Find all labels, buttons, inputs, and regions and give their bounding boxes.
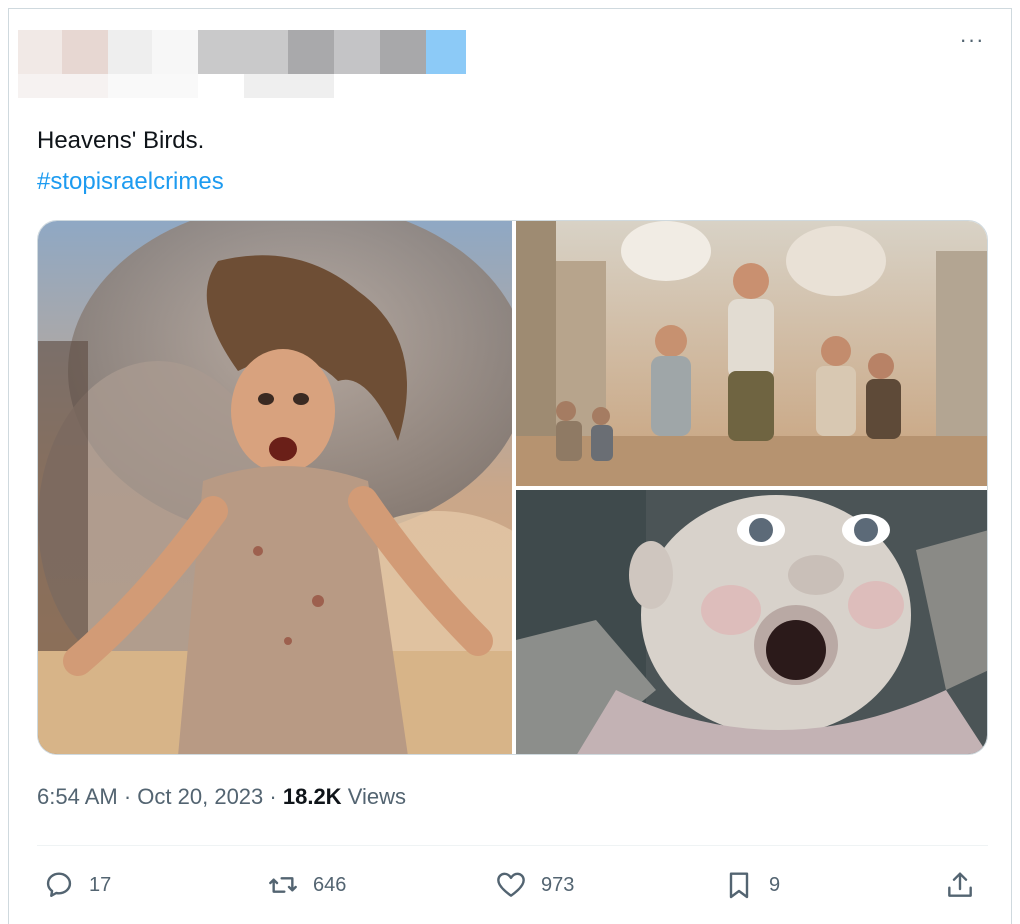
repost-count: 646 [313, 873, 347, 896]
like-button[interactable]: 973 [495, 862, 574, 908]
repost-icon [269, 877, 297, 893]
image-baby-crying-rubble[interactable] [516, 490, 987, 754]
post-time[interactable]: 6:54 AM [37, 784, 118, 809]
post-date[interactable]: Oct 20, 2023 [137, 784, 263, 809]
tweet-text: Heavens' Birds. #stopisraelcrimes [37, 120, 224, 202]
share-icon [948, 872, 972, 897]
divider [37, 845, 988, 846]
more-icon: ··· [959, 27, 985, 52]
more-options-button[interactable]: ··· [952, 28, 992, 62]
post-metadata: 6:54 AM · Oct 20, 2023 · 18.2K Views [37, 784, 406, 810]
image-children-running-street[interactable] [516, 221, 987, 486]
heart-icon [497, 872, 525, 897]
meta-separator: · [269, 784, 277, 809]
repost-button[interactable]: 646 [267, 862, 346, 908]
bookmark-button[interactable]: 9 [723, 862, 780, 908]
action-bar: 17 646 973 9 [37, 862, 988, 908]
reply-count: 17 [89, 873, 112, 896]
bookmark-count: 9 [769, 873, 781, 896]
bookmark-icon [729, 872, 749, 899]
reply-button[interactable]: 17 [43, 862, 111, 908]
media-grid [37, 220, 988, 755]
meta-separator: · [123, 784, 132, 809]
share-button[interactable] [944, 862, 976, 908]
tweet-body: Heavens' Birds. [37, 127, 205, 154]
image-girl-running-smoke[interactable] [38, 221, 512, 754]
like-count: 973 [541, 873, 575, 896]
views-count: 18.2K [282, 784, 342, 809]
hashtag-link[interactable]: #stopisraelcrimes [37, 161, 224, 202]
reply-icon [46, 872, 72, 897]
views-label: Views [347, 784, 406, 809]
author-header-pixelated[interactable] [18, 30, 998, 100]
